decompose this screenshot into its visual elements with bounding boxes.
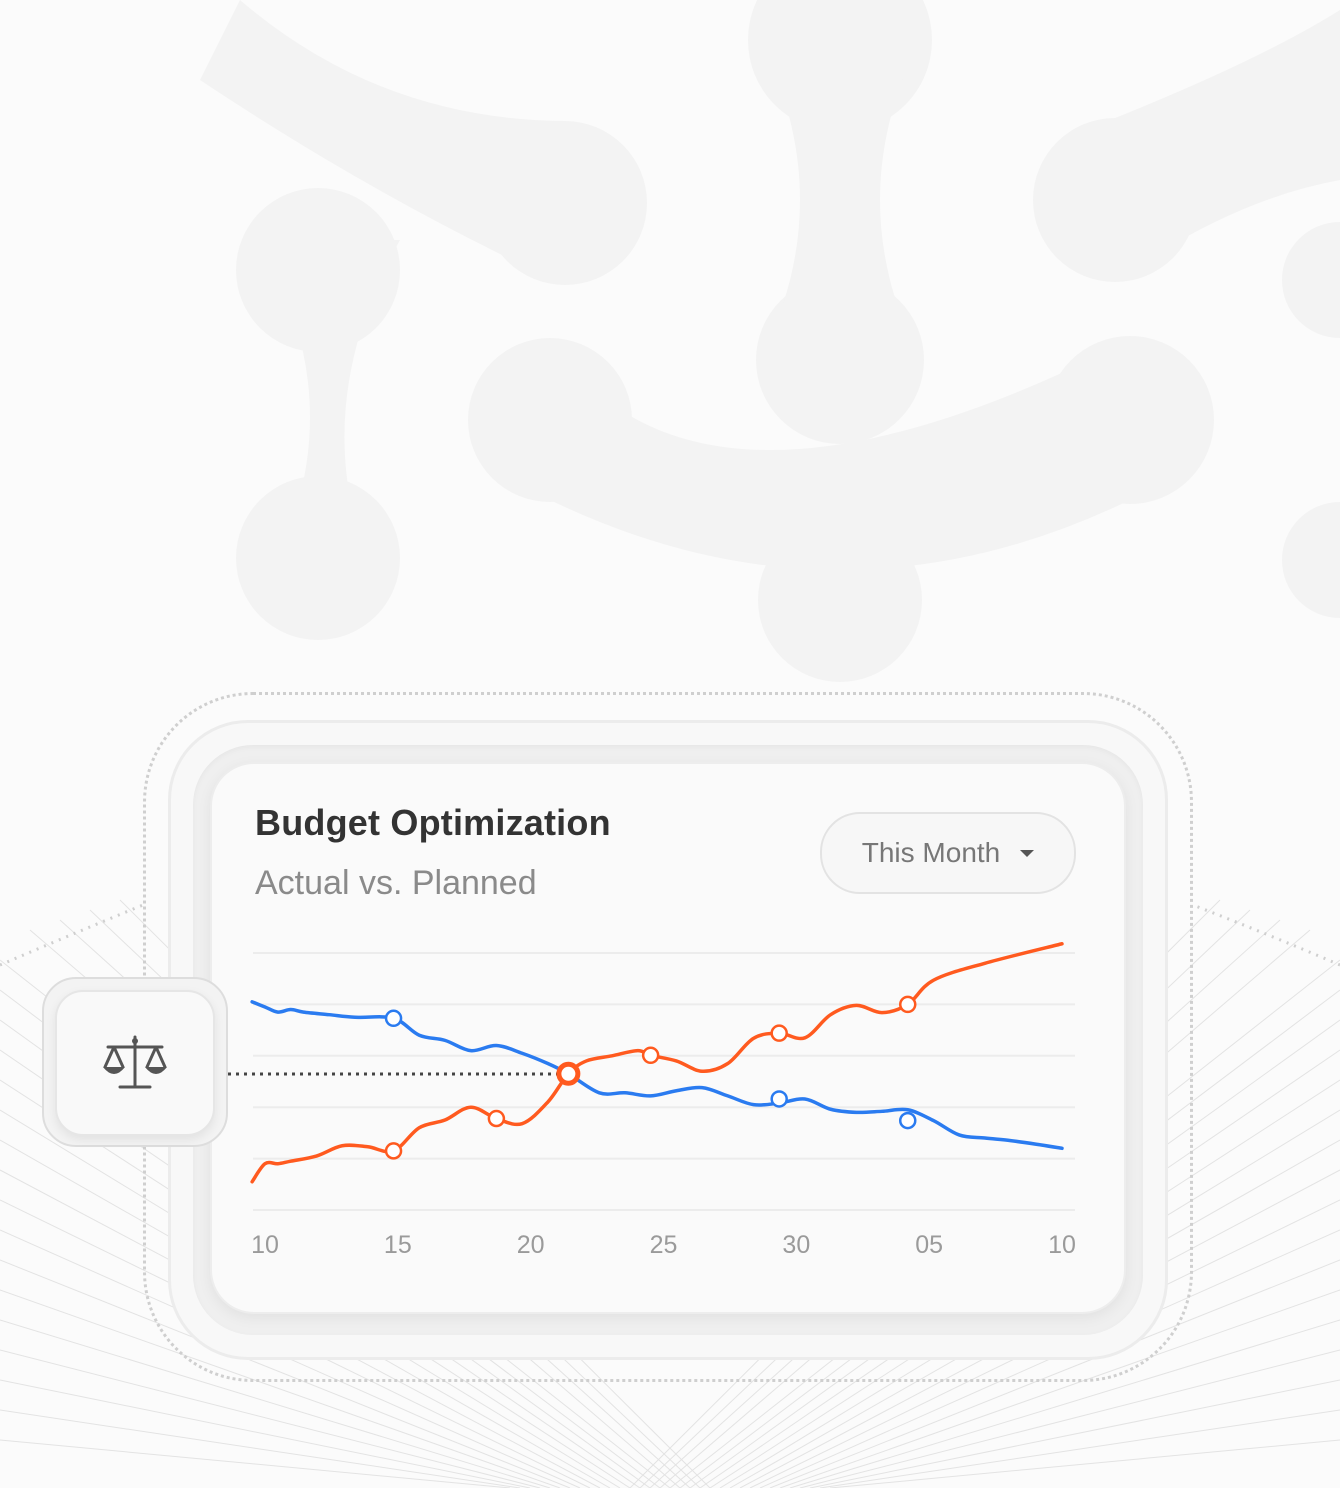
x-tick-label: 20 [516, 1231, 545, 1259]
period-dropdown[interactable]: This Month [820, 812, 1076, 894]
card-subtitle: Actual vs. Planned [255, 864, 537, 902]
x-tick-label: 05 [915, 1231, 944, 1259]
period-dropdown-label: This Month [861, 837, 1001, 868]
x-tick-label: 15 [383, 1231, 412, 1259]
x-tick-label: 30 [782, 1231, 811, 1259]
card-title: Budget Optimization [255, 802, 611, 843]
x-tick-label: 10 [1048, 1231, 1076, 1259]
scale-badge[interactable] [55, 990, 215, 1136]
x-tick-label: 25 [649, 1231, 678, 1259]
scale-balance-icon [103, 1035, 167, 1089]
chevron-down-icon [1020, 849, 1035, 857]
x-tick-label: 10 [251, 1231, 279, 1259]
